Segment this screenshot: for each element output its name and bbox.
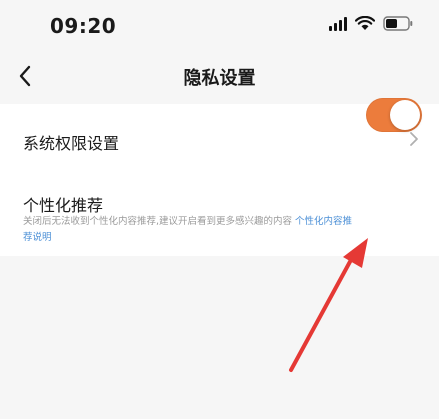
- personalized-recommendation-description: 关闭后无法收到个性化内容推荐,建议开启看到更多感兴趣的内容 个性化内容推荐说明: [23, 214, 358, 246]
- system-permissions-label: 系统权限设置: [23, 134, 120, 153]
- status-icons: [329, 15, 413, 31]
- privacy-settings-screen: 09:20 隐私设置 系统权限设置 个性化推荐 关闭后无法收到个性化内容推荐,建…: [0, 0, 439, 419]
- personalized-recommendation-toggle[interactable]: [366, 98, 422, 132]
- status-time: 09:20: [50, 14, 117, 38]
- chevron-right-icon: [410, 132, 418, 146]
- status-bar: 09:20: [0, 0, 439, 54]
- toggle-knob: [390, 100, 420, 130]
- personalized-recommendation-label: 个性化推荐: [23, 196, 104, 215]
- page-title: 隐私设置: [183, 68, 256, 89]
- description-text: 关闭后无法收到个性化内容推荐,建议开启看到更多感兴趣的内容: [23, 216, 296, 227]
- wifi-icon: [355, 15, 375, 31]
- personalized-recommendation-row: 个性化推荐 关闭后无法收到个性化内容推荐,建议开启看到更多感兴趣的内容 个性化内…: [0, 184, 439, 256]
- battery-icon: [383, 15, 413, 31]
- signal-icon: [329, 15, 347, 31]
- nav-header: 隐私设置: [0, 54, 439, 98]
